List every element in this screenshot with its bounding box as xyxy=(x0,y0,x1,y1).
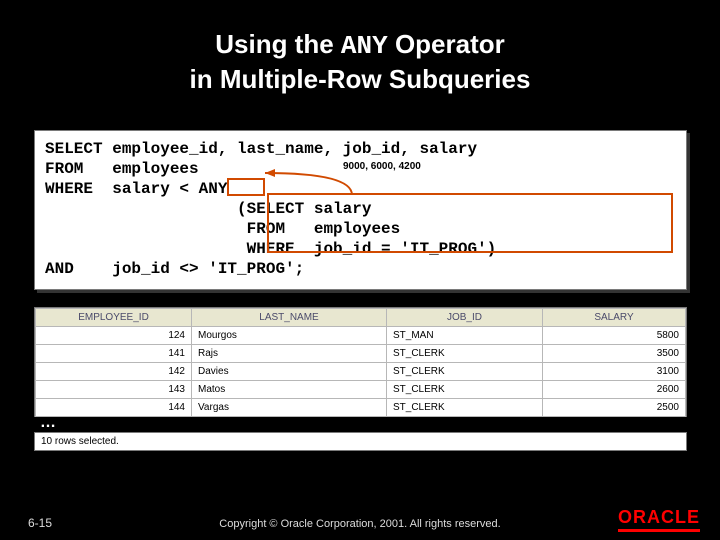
result-grid: EMPLOYEE_ID LAST_NAME JOB_ID SALARY 124 … xyxy=(34,307,687,418)
oracle-logo-text: ORACLE xyxy=(618,507,700,527)
sql-code: SELECT employee_id, last_name, job_id, s… xyxy=(45,139,676,279)
title-code: ANY xyxy=(341,31,388,61)
col-salary: SALARY xyxy=(543,309,686,327)
result-status: 10 rows selected. xyxy=(34,432,687,451)
col-employee-id: EMPLOYEE_ID xyxy=(36,309,192,327)
slide-footer: 6-15 Copyright © Oracle Corporation, 200… xyxy=(0,498,720,540)
result-header-row: EMPLOYEE_ID LAST_NAME JOB_ID SALARY xyxy=(36,309,686,327)
oracle-logo: ORACLE xyxy=(618,507,700,532)
copyright-text: Copyright © Oracle Corporation, 2001. Al… xyxy=(0,518,720,530)
result-ellipsis: … xyxy=(34,417,687,432)
oracle-logo-bar xyxy=(618,529,700,532)
col-last-name: LAST_NAME xyxy=(192,309,387,327)
table-row: 143 Matos ST_CLERK 2600 xyxy=(36,381,686,399)
slide-title: Using the ANY Operatorin Multiple-Row Su… xyxy=(0,0,720,107)
subquery-values-note: 9000, 6000, 4200 xyxy=(343,161,421,172)
table-row: 142 Davies ST_CLERK 3100 xyxy=(36,363,686,381)
col-job-id: JOB_ID xyxy=(387,309,543,327)
table-row: 124 Mourgos ST_MAN 5800 xyxy=(36,327,686,345)
table-row: 141 Rajs ST_CLERK 3500 xyxy=(36,345,686,363)
title-part1: Using the xyxy=(215,29,341,59)
table-row: 144 Vargas ST_CLERK 2500 xyxy=(36,399,686,417)
sql-code-box: SELECT employee_id, last_name, job_id, s… xyxy=(34,130,687,290)
